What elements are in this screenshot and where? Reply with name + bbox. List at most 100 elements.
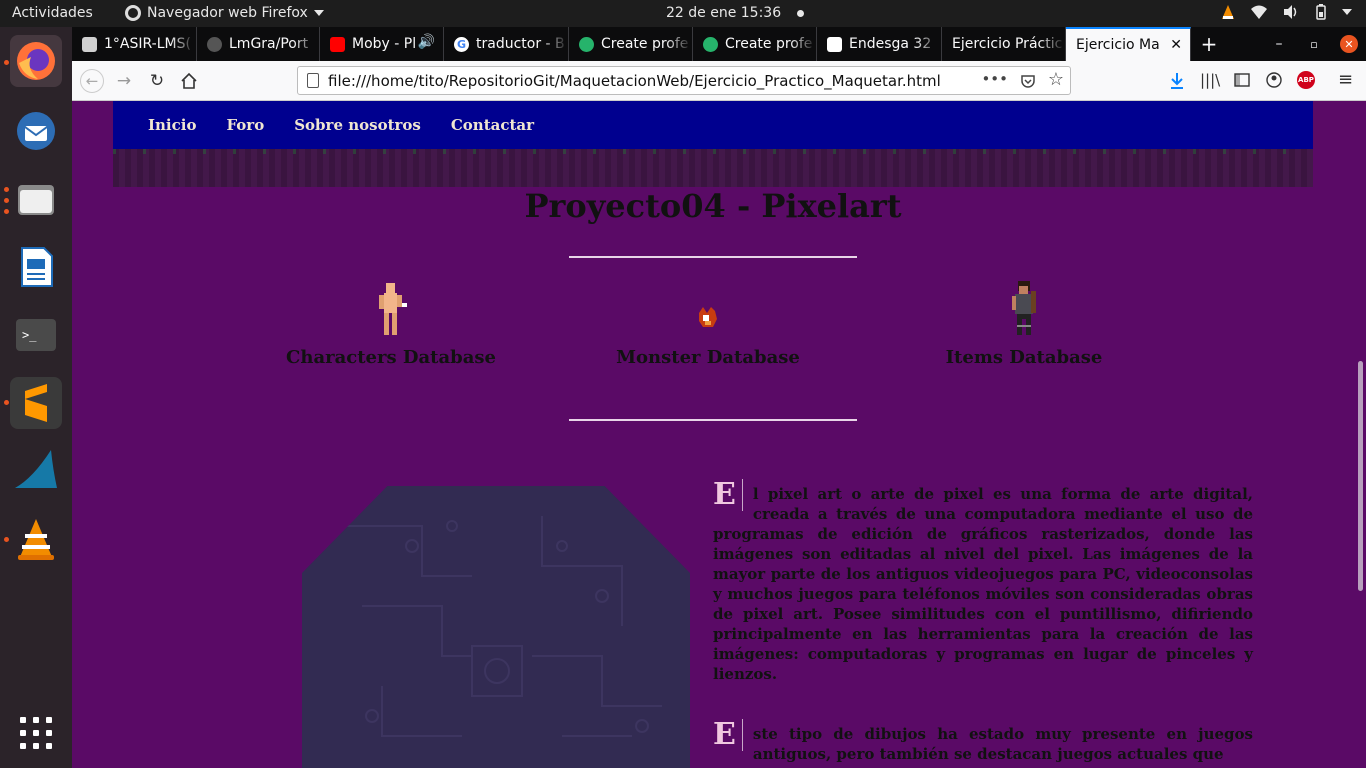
back-arrow-icon: ←	[80, 69, 104, 93]
intro-paragraph-2: E ste tipo de dibujos ha estado muy pres…	[713, 719, 1253, 764]
characters-database-label: Characters Database	[286, 347, 496, 368]
pixel-banner-image	[113, 149, 1313, 187]
intro-paragraph-1: E l pixel art o arte de pixel es una for…	[713, 479, 1253, 684]
sublime-icon	[25, 384, 47, 422]
home-button[interactable]	[177, 69, 201, 93]
firefox-icon	[17, 42, 55, 80]
character-sprite-icon	[379, 283, 407, 335]
dock: >_	[0, 27, 72, 768]
tab-3[interactable]: Moby - Pl 🔊	[320, 27, 444, 61]
back-button[interactable]: ←	[80, 69, 104, 93]
youtube-icon	[330, 36, 345, 52]
fiverr-icon	[579, 36, 594, 52]
reload-button[interactable]: ↻	[145, 69, 169, 93]
characters-database-card[interactable]: Characters Database	[261, 277, 521, 368]
bookmark-star-icon[interactable]: ☆	[1048, 69, 1064, 90]
running-indicator	[4, 400, 9, 405]
wifi-icon[interactable]	[1250, 4, 1268, 20]
show-apps-icon[interactable]	[20, 717, 52, 749]
downloads-icon[interactable]	[1169, 72, 1185, 90]
tab-6[interactable]: Create profe	[693, 27, 817, 61]
speaker-icon[interactable]: 🔊	[418, 34, 435, 50]
nav-link-sobre-nosotros[interactable]: Sobre nosotros	[294, 116, 421, 134]
volume-icon[interactable]	[1282, 4, 1300, 20]
dock-writer[interactable]	[10, 241, 62, 293]
scrollbar-thumb[interactable]	[1358, 361, 1363, 591]
close-window-button[interactable]: ✕	[1332, 27, 1366, 61]
dock-thunderbird[interactable]	[10, 105, 62, 157]
adblock-icon[interactable]: ABP	[1297, 71, 1315, 89]
tab-label: Ejercicio Ma	[1076, 37, 1160, 53]
drop-cap: E	[713, 719, 743, 751]
account-icon[interactable]	[1266, 72, 1282, 88]
tab-7[interactable]: Endesga 32	[817, 27, 942, 61]
system-top-bar: Actividades Navegador web Firefox 22 de …	[0, 0, 1366, 27]
thunderbird-icon	[17, 112, 55, 150]
nav-link-contactar[interactable]: Contactar	[451, 116, 534, 134]
drop-cap: E	[713, 479, 743, 511]
page-actions-icon[interactable]: •••	[981, 70, 1008, 88]
monster-database-label: Monster Database	[616, 347, 800, 368]
running-indicator	[4, 537, 9, 542]
dock-firefox[interactable]	[10, 35, 62, 87]
navigation-toolbar: ← → ↻ file:///home/tito/RepositorioGit/M…	[72, 61, 1366, 101]
url-bar[interactable]: file:///home/tito/RepositorioGit/Maqueta…	[297, 66, 1071, 95]
page-icon	[307, 73, 319, 88]
sidebar-icon[interactable]	[1234, 72, 1250, 88]
page-viewport: Inicio Foro Sobre nosotros Contactar Pro…	[72, 101, 1354, 768]
forward-button[interactable]: →	[112, 69, 136, 93]
dock-terminal[interactable]: >_	[10, 309, 62, 361]
paragraph-text: ste tipo de dibujos ha estado muy presen…	[752, 725, 1253, 763]
running-indicator	[4, 187, 9, 192]
maximize-button[interactable]: ▫	[1297, 27, 1331, 61]
library-icon[interactable]: |||\	[1200, 71, 1220, 89]
reload-icon: ↻	[149, 71, 165, 91]
dock-sublime[interactable]	[10, 377, 62, 429]
dock-files[interactable]	[10, 173, 62, 225]
tab-1[interactable]: 1°ASIR-LMS(	[72, 27, 197, 61]
dock-wireshark[interactable]	[10, 445, 62, 497]
items-database-label: Items Database	[945, 347, 1103, 368]
github-icon	[207, 36, 222, 52]
circuit-lines-icon	[342, 516, 662, 737]
app-menu-label: Navegador web Firefox	[147, 5, 308, 21]
nav-link-inicio[interactable]: Inicio	[148, 116, 196, 134]
hamburger-menu-icon[interactable]: ≡	[1338, 69, 1353, 90]
items-database-card[interactable]: Items Database	[894, 277, 1154, 368]
battery-icon[interactable]	[1314, 4, 1328, 20]
site-nav: Inicio Foro Sobre nosotros Contactar	[113, 101, 1313, 149]
tab-favicon-icon	[82, 36, 97, 52]
circuit-pattern-image	[302, 486, 690, 768]
tab-8[interactable]: Ejercicio Práctic	[942, 27, 1066, 61]
home-icon	[181, 72, 197, 89]
notification-dot-icon	[797, 9, 805, 17]
tab-9-active[interactable]: Ejercicio Ma ✕	[1066, 27, 1191, 61]
tab-5[interactable]: Create profe	[569, 27, 693, 61]
pocket-icon[interactable]	[1020, 73, 1036, 89]
minimize-button[interactable]: –	[1262, 27, 1296, 61]
monster-sprite-icon	[699, 307, 717, 327]
monster-database-card[interactable]: Monster Database	[578, 277, 838, 368]
tab-4[interactable]: G traductor - B	[444, 27, 569, 61]
wireshark-icon	[15, 450, 57, 488]
divider	[569, 419, 857, 421]
system-menu-arrow-icon[interactable]	[1342, 9, 1352, 15]
dropdown-arrow-icon	[313, 10, 324, 16]
activities-button[interactable]: Actividades	[12, 5, 93, 21]
page-title: Proyecto04 - Pixelart	[524, 187, 902, 225]
page-scrollbar[interactable]	[1354, 101, 1366, 768]
vlc-icon	[18, 519, 54, 560]
running-indicator	[4, 198, 9, 203]
running-indicator	[4, 60, 9, 65]
new-tab-button[interactable]: +	[1192, 27, 1226, 61]
nav-link-foro[interactable]: Foro	[226, 116, 264, 134]
writer-icon	[21, 247, 53, 287]
terminal-icon: >_	[16, 319, 56, 351]
system-tray[interactable]	[1220, 4, 1352, 20]
close-tab-icon[interactable]: ✕	[1170, 37, 1182, 53]
clock[interactable]: 22 de ene 15:36	[666, 5, 805, 21]
vlc-tray-icon[interactable]	[1220, 4, 1236, 20]
dock-vlc[interactable]	[10, 513, 62, 565]
tab-2[interactable]: LmGra/Port	[197, 27, 320, 61]
app-menu[interactable]: Navegador web Firefox	[125, 5, 324, 21]
